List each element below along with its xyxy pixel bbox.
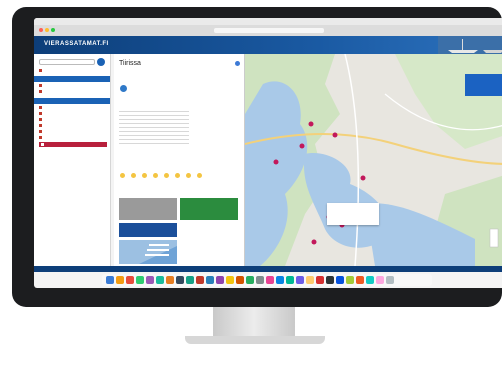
ad-banner[interactable] <box>119 223 177 237</box>
search-input[interactable] <box>39 59 95 65</box>
forecast-day <box>152 172 159 194</box>
sidebar-item[interactable] <box>39 112 42 115</box>
app-icon[interactable] <box>136 276 144 284</box>
app-icon[interactable] <box>116 276 124 284</box>
app-icon[interactable] <box>216 276 224 284</box>
mac-menubar <box>34 18 502 25</box>
sun-icon <box>142 173 147 178</box>
forecast-day <box>174 172 181 194</box>
app-icon[interactable] <box>146 276 154 284</box>
bullet-icon <box>39 84 42 87</box>
sidebar-item[interactable] <box>39 124 42 127</box>
bullet-icon <box>39 106 42 109</box>
ad-banner[interactable] <box>119 198 177 220</box>
sidebar-item[interactable] <box>39 118 42 121</box>
zoom-control[interactable] <box>489 228 499 248</box>
sun-icon <box>175 173 180 178</box>
harbor-detail-panel: Tiirissa <box>114 54 245 266</box>
app-icon[interactable] <box>226 276 234 284</box>
bullet-icon <box>39 124 42 127</box>
bullet-icon <box>39 130 42 133</box>
weather-forecast <box>119 172 203 194</box>
sidebar-item[interactable] <box>39 106 42 109</box>
app-icon[interactable] <box>156 276 164 284</box>
route-icon[interactable] <box>120 85 127 92</box>
sidebar-link[interactable] <box>39 69 42 72</box>
map-canvas[interactable] <box>245 54 502 266</box>
bullet-icon <box>39 112 42 115</box>
bullet-icon <box>39 118 42 121</box>
screen: VIERASSATAMAT.FI Tiirissa <box>34 18 502 288</box>
window-controls <box>39 28 55 32</box>
trash-icon[interactable] <box>386 276 394 284</box>
sun-icon <box>164 173 169 178</box>
address-bar[interactable] <box>214 28 324 33</box>
app-icon[interactable] <box>356 276 364 284</box>
forecast-day <box>163 172 170 194</box>
map-popup[interactable] <box>327 203 379 225</box>
app-icon[interactable] <box>276 276 284 284</box>
search-icon[interactable] <box>97 58 105 66</box>
site-header: VIERASSATAMAT.FI <box>34 36 502 54</box>
app-icon[interactable] <box>336 276 344 284</box>
forecast-day <box>196 172 203 194</box>
sun-icon <box>186 173 191 178</box>
close-panel-icon[interactable] <box>235 61 240 66</box>
sidebar-item[interactable] <box>39 84 42 87</box>
app-icon[interactable] <box>206 276 214 284</box>
app-icon[interactable] <box>346 276 354 284</box>
sidebar <box>34 54 111 266</box>
bullet-icon <box>39 136 42 139</box>
app-icon[interactable] <box>296 276 304 284</box>
bullet-icon <box>41 143 44 146</box>
finder-icon[interactable] <box>106 276 114 284</box>
forecast-day <box>119 172 126 194</box>
bullet-icon <box>39 90 42 93</box>
app-icon[interactable] <box>286 276 294 284</box>
sun-icon <box>197 173 202 178</box>
app-icon[interactable] <box>196 276 204 284</box>
app-icon[interactable] <box>266 276 274 284</box>
maximize-window-button[interactable] <box>51 28 55 32</box>
app-icon[interactable] <box>326 276 334 284</box>
sun-icon <box>120 173 125 178</box>
site-logo[interactable]: VIERASSATAMAT.FI <box>44 41 109 47</box>
sidebar-item[interactable] <box>39 90 42 93</box>
services-list <box>119 108 189 144</box>
sun-icon <box>131 173 136 178</box>
app-icon[interactable] <box>256 276 264 284</box>
close-window-button[interactable] <box>39 28 43 32</box>
monitor-stand-base <box>185 336 325 344</box>
harbor-map[interactable] <box>245 54 502 266</box>
monitor-frame: VIERASSATAMAT.FI Tiirissa <box>12 7 502 307</box>
sidebar-section-header[interactable] <box>34 98 110 104</box>
map-logo-badge[interactable] <box>465 74 502 96</box>
app-icon[interactable] <box>126 276 134 284</box>
ad-banner[interactable] <box>180 198 238 220</box>
app-icon[interactable] <box>246 276 254 284</box>
app-icon[interactable] <box>186 276 194 284</box>
sidebar-item[interactable] <box>39 130 42 133</box>
app-icon[interactable] <box>166 276 174 284</box>
sun-icon <box>153 173 158 178</box>
app-icon[interactable] <box>176 276 184 284</box>
app-icon[interactable] <box>306 276 314 284</box>
app-icon[interactable] <box>236 276 244 284</box>
sidebar-item[interactable] <box>39 136 42 139</box>
header-boat-photo <box>438 36 502 54</box>
bullet-icon <box>39 69 42 72</box>
harbor-aerial-photo <box>119 240 177 264</box>
sidebar-item-active[interactable] <box>39 142 107 147</box>
minimize-window-button[interactable] <box>45 28 49 32</box>
forecast-day <box>141 172 148 194</box>
app-icon[interactable] <box>366 276 374 284</box>
forecast-day <box>185 172 192 194</box>
app-icon[interactable] <box>316 276 324 284</box>
sidebar-section-header[interactable] <box>34 76 110 82</box>
site-footer <box>34 266 502 272</box>
app-icon[interactable] <box>376 276 384 284</box>
forecast-day <box>130 172 137 194</box>
panel-title: Tiirissa <box>119 60 141 67</box>
mac-dock <box>102 274 432 286</box>
